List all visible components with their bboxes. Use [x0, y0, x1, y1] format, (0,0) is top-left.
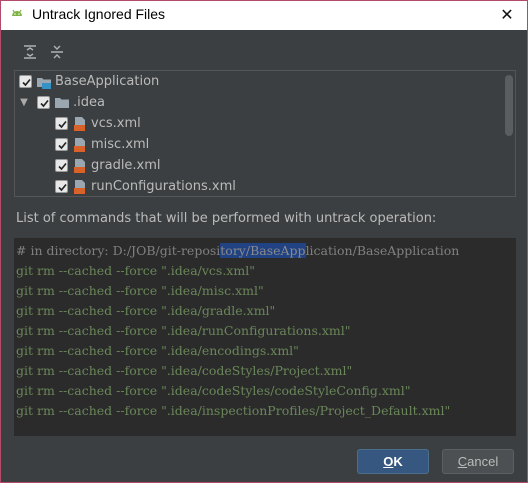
checkbox-base-application[interactable]: [19, 75, 32, 88]
comment-prefix: # in directory: D:/JOB/git-reposi: [16, 243, 221, 258]
cancel-button[interactable]: Cancel: [442, 449, 514, 474]
dialog-title: Untrack Ignored Files: [32, 6, 166, 22]
module-icon: [36, 74, 52, 90]
tree-item-misc-xml[interactable]: misc.xml: [15, 135, 503, 155]
collapse-all-button[interactable]: [49, 44, 65, 60]
expand-all-icon: [24, 45, 36, 59]
checkbox-idea-folder[interactable]: [37, 96, 50, 109]
tree-item-gradle-xml[interactable]: gradle.xml: [15, 156, 503, 176]
checkbox-misc-xml[interactable]: [55, 138, 68, 151]
folder-icon: [54, 95, 70, 111]
tree-scrollbar[interactable]: [505, 73, 513, 194]
cancel-label: ancel: [467, 454, 499, 469]
expand-arrow-icon[interactable]: ▼: [19, 98, 29, 108]
cancel-mnemonic: C: [457, 454, 468, 469]
collapse-all-icon: [51, 45, 63, 59]
tree-item-label: misc.xml: [91, 137, 150, 152]
directory-comment: # in directory: D:/JOB/git-repository/Ba…: [16, 243, 459, 259]
checkbox-gradle-xml[interactable]: [55, 159, 68, 172]
xml-file-icon: [72, 137, 88, 153]
command-line: git rm --cached --force ".idea/encodings…: [16, 343, 299, 358]
tree-item-vcs-xml[interactable]: vcs.xml: [15, 114, 503, 134]
close-button[interactable]: ✕: [497, 4, 517, 26]
command-line: git rm --cached --force ".idea/inspectio…: [16, 403, 451, 418]
ok-label: K: [393, 454, 403, 469]
xml-file-icon: [72, 116, 88, 132]
checkbox-run-configurations-xml[interactable]: [55, 180, 68, 193]
tree-item-run-configurations-xml[interactable]: runConfigurations.xml: [15, 177, 503, 196]
commands-console[interactable]: # in directory: D:/JOB/git-repository/Ba…: [14, 238, 516, 436]
tree-item-label: BaseApplication: [55, 74, 160, 89]
xml-file-icon: [72, 158, 88, 174]
tree-item-label: vcs.xml: [91, 116, 141, 131]
tree-item-label: gradle.xml: [91, 158, 161, 173]
close-icon: ✕: [500, 5, 514, 24]
command-line: git rm --cached --force ".idea/vcs.xml": [16, 263, 255, 278]
command-line: git rm --cached --force ".idea/gradle.xm…: [16, 303, 276, 318]
commands-label: List of commands that will be performed …: [16, 211, 437, 226]
tree-item-idea-folder[interactable]: ▼ .idea: [15, 93, 503, 113]
android-icon: [9, 7, 25, 23]
comment-selection: tory/BaseApp: [220, 243, 306, 258]
ok-mnemonic: O: [383, 454, 394, 469]
file-tree[interactable]: BaseApplication ▼ .idea vcs.xml misc.xml…: [14, 70, 516, 197]
command-line: git rm --cached --force ".idea/codeStyle…: [16, 363, 353, 378]
title-bar: Untrack Ignored Files ✕: [1, 1, 527, 30]
command-line: git rm --cached --force ".idea/codeStyle…: [16, 383, 411, 398]
command-line: git rm --cached --force ".idea/runConfig…: [16, 323, 351, 338]
tree-item-label: .idea: [73, 95, 105, 110]
xml-file-icon: [72, 179, 88, 195]
ok-button[interactable]: OK: [357, 449, 429, 474]
command-line: git rm --cached --force ".idea/misc.xml": [16, 283, 264, 298]
scrollbar-thumb[interactable]: [505, 75, 513, 136]
tree-item-base-application[interactable]: BaseApplication: [15, 72, 503, 92]
untrack-dialog: Untrack Ignored Files ✕ BaseApplication …: [0, 0, 528, 483]
comment-suffix: lication/BaseApplication: [305, 243, 460, 258]
tree-item-label: runConfigurations.xml: [91, 179, 236, 194]
expand-all-button[interactable]: [22, 44, 38, 60]
checkbox-vcs-xml[interactable]: [55, 117, 68, 130]
